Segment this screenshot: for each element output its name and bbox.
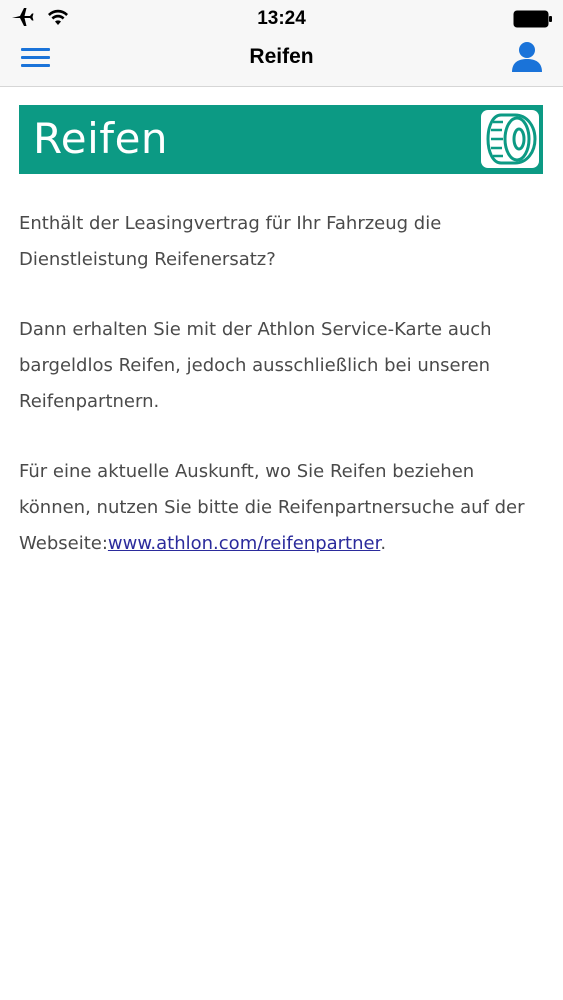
user-profile-icon <box>511 42 543 78</box>
tire-icon <box>481 110 539 168</box>
navigation-bar: Reifen <box>0 38 563 87</box>
section-banner: Reifen <box>19 105 543 174</box>
screen: 13:24 Reifen Reifen Enthält der Leasingv… <box>0 0 563 1000</box>
content-text: Enthält der Leasingvertrag für Ihr Fahrz… <box>19 206 539 596</box>
battery-icon <box>513 10 553 33</box>
reifenpartner-link[interactable]: www.athlon.com/reifenpartner <box>108 533 380 554</box>
user-profile-button[interactable] <box>511 40 543 74</box>
page-title: Reifen <box>249 45 314 68</box>
paragraph-leasing: Enthält der Leasingvertrag für Ihr Fahrz… <box>19 213 442 270</box>
banner-title: Reifen <box>33 114 169 163</box>
paragraph-partner-search: Für eine aktuelle Auskunft, wo Sie Reife… <box>19 454 539 562</box>
paragraph-service-card: Dann erhalten Sie mit der Athlon Service… <box>19 319 492 412</box>
paragraph-end-punctuation: . <box>380 533 387 554</box>
status-time: 13:24 <box>257 8 306 29</box>
status-bar: 13:24 <box>0 0 563 38</box>
